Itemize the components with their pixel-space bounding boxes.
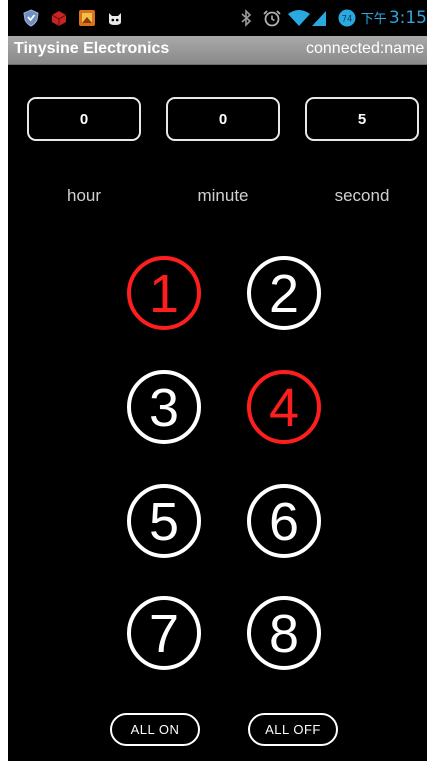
bluetooth-icon (241, 9, 252, 27)
relay-7-button[interactable]: 7 (127, 596, 201, 670)
app-screen: 74 下午 3:15 Tinysine Electronics connected… (8, 0, 427, 761)
relay-3-button[interactable]: 3 (127, 370, 201, 444)
status-bar: 74 下午 3:15 (8, 0, 427, 36)
all-off-button[interactable]: ALL OFF (248, 713, 338, 746)
cube-icon (51, 11, 67, 26)
cat-icon (109, 13, 121, 25)
alarm-icon (263, 10, 281, 27)
minute-label: minute (197, 186, 249, 205)
relay-6-label: 6 (268, 492, 300, 552)
status-time: 3:15 (388, 8, 427, 28)
app-icon (79, 10, 95, 26)
relay-5-button[interactable]: 5 (127, 484, 201, 558)
relay-8-label: 8 (268, 604, 300, 664)
second-label: second (334, 186, 390, 205)
relay-8-button[interactable]: 8 (247, 596, 321, 670)
battery-icon: 74 (338, 9, 356, 27)
relay-7-label: 7 (148, 604, 180, 664)
status-ampm: 下午 (360, 12, 387, 27)
hour-input[interactable]: 0 (27, 97, 141, 141)
signal-icon (312, 11, 326, 26)
relay-2-button[interactable]: 2 (247, 256, 321, 330)
relay-6-button[interactable]: 6 (247, 484, 321, 558)
relay-4-label: 4 (268, 378, 300, 438)
relay-1-label: 1 (148, 264, 180, 324)
app-title: Tinysine Electronics (14, 40, 170, 57)
relay-4-button[interactable]: 4 (247, 370, 321, 444)
relay-3-label: 3 (148, 378, 180, 438)
second-input[interactable]: 5 (305, 97, 419, 141)
all-on-button[interactable]: ALL ON (110, 713, 200, 746)
minute-input[interactable]: 0 (166, 97, 280, 141)
connection-status: connected:name (306, 40, 425, 57)
title-bar: Tinysine Electronics connected:name (8, 36, 427, 65)
relay-1-button[interactable]: 1 (127, 256, 201, 330)
relay-5-label: 5 (148, 492, 180, 552)
status-clock: 下午 3:15 (361, 8, 427, 30)
battery-level: 74 (342, 15, 353, 25)
wifi-icon (288, 10, 310, 26)
shield-icon (23, 9, 39, 27)
relay-2-label: 2 (268, 264, 300, 324)
hour-label: hour (66, 186, 102, 205)
